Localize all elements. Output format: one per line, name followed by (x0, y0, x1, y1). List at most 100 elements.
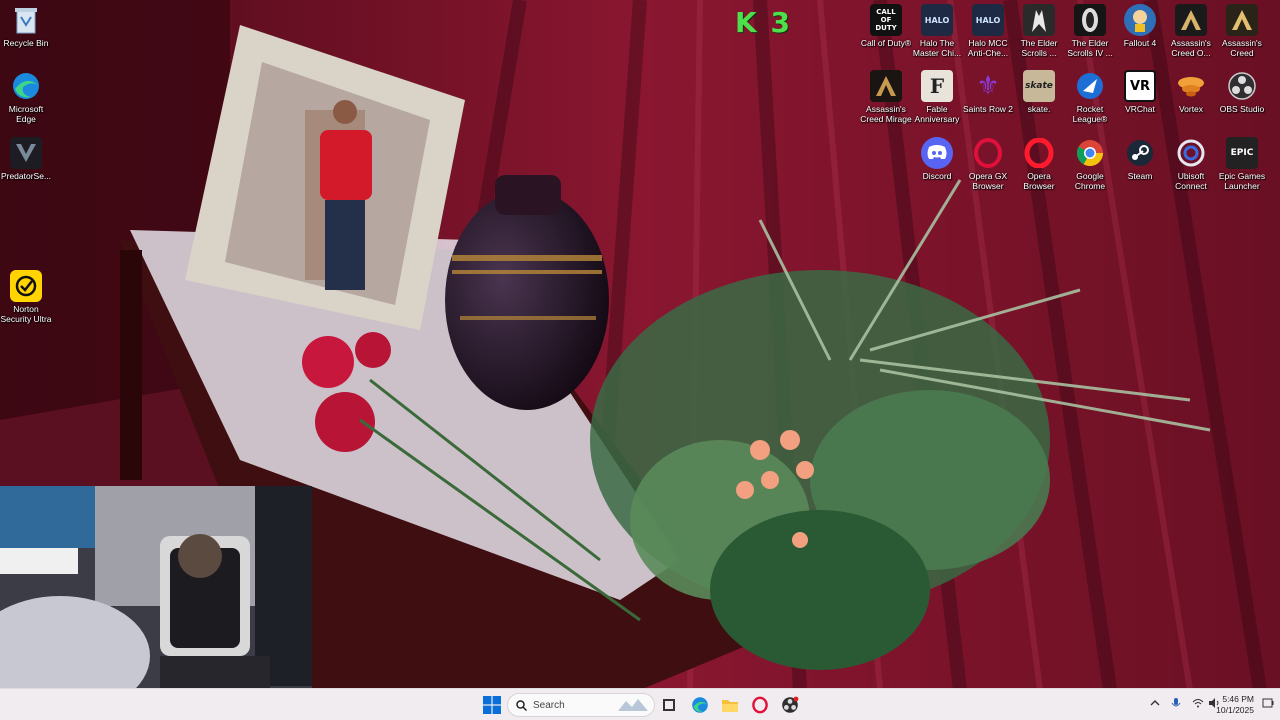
desktop-icon-label: Fallout 4 (1123, 38, 1157, 48)
desktop-icon-label: Discord (922, 171, 952, 181)
taskbar: Search 5:46 PM 10/1/2025 (0, 688, 1280, 720)
desktop-icon-vrchat[interactable]: VR VRChat (1114, 70, 1166, 114)
desktop-icon-obs-studio[interactable]: OBS Studio (1216, 70, 1268, 114)
desktop-icon-assassins-creed-origins[interactable]: Assassin's Creed Origins (1216, 4, 1268, 58)
taskbar-search-box[interactable]: Search (507, 693, 655, 717)
desktop-icon-label: Opera GX Browser (968, 171, 1008, 191)
desktop-icon-chrome[interactable]: Google Chrome (1064, 137, 1116, 191)
clock-date: 10/1/2025 (1216, 705, 1254, 715)
ubisoft-connect-icon (1175, 137, 1207, 169)
desktop-icon-opera-gx[interactable]: Opera GX Browser (962, 137, 1014, 191)
assassins-creed-odyssey-icon (1175, 4, 1207, 36)
taskbar-file-explorer-button[interactable] (718, 693, 742, 717)
desktop-icon-call-of-duty[interactable]: CALL OF DUTY Call of Duty® (860, 4, 912, 48)
desktop-icon-label: Fable Anniversary (914, 104, 960, 124)
desktop-icon-label: Assassin's Creed Mirage (860, 104, 912, 124)
task-view-icon (663, 699, 675, 711)
start-icon (483, 696, 501, 714)
overlay-logo-text: K 3 (735, 6, 792, 39)
desktop-icon-steam[interactable]: Steam (1114, 137, 1166, 181)
predator-sense-icon (10, 137, 42, 169)
desktop-icon-assassins-creed-odyssey[interactable]: Assassin's Creed O... (1165, 4, 1217, 58)
desktop-icon-label: Halo The Master Chi... (912, 38, 962, 58)
desktop-icon-recycle-bin[interactable]: Recycle Bin (0, 4, 52, 48)
desktop-icon-label: Call of Duty® (860, 38, 912, 48)
desktop-icon-label: Assassin's Creed O... (1171, 38, 1211, 58)
tile-text: VR (1129, 78, 1151, 94)
obs-studio-icon (1226, 70, 1258, 102)
desktop-icon-vortex[interactable]: Vortex (1165, 70, 1217, 114)
desktop-icon-discord[interactable]: Discord (911, 137, 963, 181)
desktop-icon-fallout-4[interactable]: Fallout 4 (1114, 4, 1166, 48)
chevron-up-icon (1150, 700, 1160, 706)
desktop-icon-elder-scrolls[interactable]: The Elder Scrolls ... (1013, 4, 1065, 58)
battery-icon (1262, 698, 1274, 708)
vrchat-icon: VR (1124, 70, 1156, 102)
desktop-icon-rocket-league[interactable]: Rocket League® (1064, 70, 1116, 124)
desktop-icon-label: VRChat (1125, 104, 1155, 114)
chrome-icon (1074, 137, 1106, 169)
desktop-icon-opera[interactable]: Opera Browser (1013, 137, 1065, 191)
tile-text: EPIC (1230, 148, 1254, 158)
desktop-icon-label: Saints Row 2 (962, 104, 1014, 114)
rocket-league-icon (1074, 70, 1106, 102)
skate-icon: skate (1023, 70, 1055, 102)
desktop-icon-fable[interactable]: F Fable Anniversary (911, 70, 963, 124)
desktop-icon-label: Assassin's Creed Origins (1222, 38, 1262, 58)
discord-icon (921, 137, 953, 169)
halo-mcc-icon: HALO (921, 4, 953, 36)
clock-time: 5:46 PM (1222, 694, 1254, 704)
tile-text: F (929, 74, 945, 98)
tray-microphone-button[interactable] (1171, 698, 1181, 713)
desktop-icon-label: Rocket League® (1072, 104, 1108, 124)
desktop-icon-saints-row[interactable]: ⚜ Saints Row 2 (962, 70, 1014, 114)
tray-notifications-button[interactable] (1262, 698, 1274, 711)
call-of-duty-icon: CALL OF DUTY (870, 4, 902, 36)
vortex-icon (1175, 70, 1207, 102)
microphone-icon (1171, 698, 1181, 707)
saints-row-icon: ⚜ (972, 70, 1004, 102)
taskbar-edge-button[interactable] (688, 693, 712, 717)
opera-gx-icon (972, 137, 1004, 169)
desktop-icon-label: Steam (1127, 171, 1153, 181)
taskbar-opera-gx-button[interactable] (748, 693, 772, 717)
file-explorer-icon (722, 700, 738, 712)
elder-scrolls-icon (1023, 4, 1055, 36)
task-view-button[interactable] (657, 693, 681, 717)
desktop-icon-label: Halo MCC Anti-Che... (967, 38, 1009, 58)
desktop-icon-microsoft-edge[interactable]: Microsoft Edge (0, 70, 52, 124)
opera-icon (1023, 137, 1055, 169)
desktop-icon-halo-mcc[interactable]: HALO Halo The Master Chi... (911, 4, 963, 58)
norton-icon (10, 270, 42, 302)
wifi-icon (1192, 699, 1204, 708)
tile-text: HALO (975, 15, 1001, 25)
tray-overflow-button[interactable] (1150, 698, 1160, 711)
obs-studio-icon (782, 696, 799, 713)
taskbar-clock[interactable]: 5:46 PM 10/1/2025 (1216, 694, 1254, 716)
desktop-icon-norton[interactable]: Norton Security Ultra (0, 270, 52, 324)
assassins-creed-mirage-icon (870, 70, 902, 102)
tile-text: CALL OF DUTY (875, 8, 897, 32)
desktop-icon-predator-sense[interactable]: PredatorSe... (0, 137, 52, 181)
desktop-icon-label: Epic Games Launcher (1218, 171, 1266, 191)
epic-games-icon: EPIC (1226, 137, 1258, 169)
opera-gx-icon (752, 696, 768, 714)
tray-network-button[interactable] (1192, 698, 1204, 711)
taskbar-obs-studio-button[interactable] (778, 693, 802, 717)
assassins-creed-origins-icon (1226, 4, 1258, 36)
desktop-icon-ubisoft-connect[interactable]: Ubisoft Connect (1165, 137, 1217, 191)
desktop-icon-label: Vortex (1178, 104, 1204, 114)
desktop-icon-epic-games[interactable]: EPIC Epic Games Launcher (1216, 137, 1268, 191)
desktop-icon-label: skate. (1027, 104, 1051, 114)
edge-icon (692, 697, 708, 713)
desktop-icon-label: Recycle Bin (3, 38, 49, 48)
desktop-icon-skate[interactable]: skate skate. (1013, 70, 1065, 114)
edge-icon (10, 70, 42, 102)
start-button[interactable] (480, 693, 504, 717)
desktop-icon-assassins-creed-mirage[interactable]: Assassin's Creed Mirage (860, 70, 912, 124)
desktop-icon-label: Google Chrome (1074, 171, 1106, 191)
desktop-icon-halo-anticheat[interactable]: HALO Halo MCC Anti-Che... (962, 4, 1014, 58)
fable-icon: F (921, 70, 953, 102)
search-placeholder: Search (533, 699, 565, 711)
desktop-icon-oblivion[interactable]: The Elder Scrolls IV ... (1064, 4, 1116, 58)
